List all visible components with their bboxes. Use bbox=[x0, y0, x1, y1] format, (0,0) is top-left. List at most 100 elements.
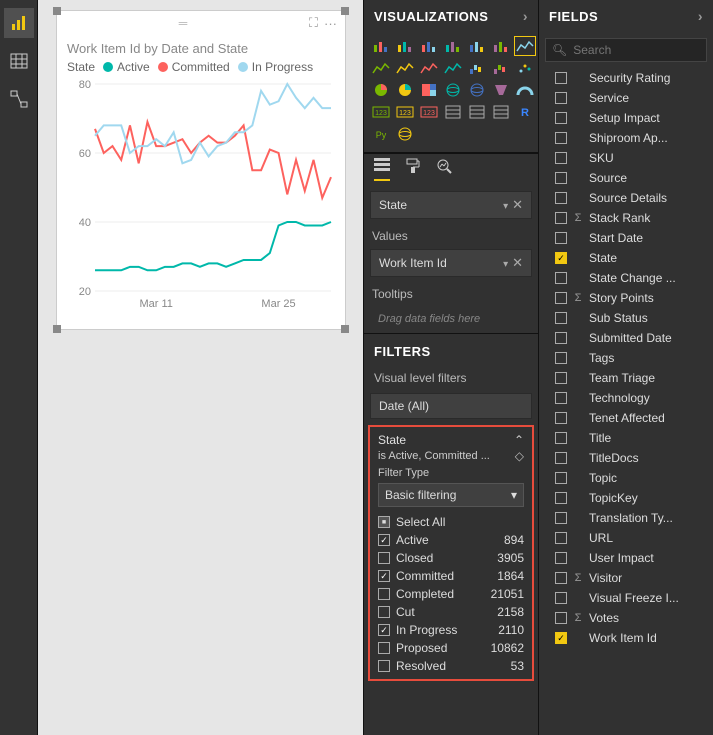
filter-option-proposed[interactable]: Proposed10862 bbox=[374, 639, 528, 657]
field-user-impact[interactable]: ΣUser Impact bbox=[539, 548, 713, 568]
viz-type-pie[interactable] bbox=[370, 80, 392, 100]
viz-type-slicer[interactable] bbox=[442, 102, 464, 122]
collapse-icon[interactable]: › bbox=[698, 8, 703, 24]
field-translation-ty-[interactable]: ΣTranslation Ty... bbox=[539, 508, 713, 528]
fields-tab[interactable] bbox=[374, 158, 390, 181]
viz-type-ribbon[interactable] bbox=[466, 58, 488, 78]
model-view-button[interactable] bbox=[4, 84, 34, 114]
field-submitted-date[interactable]: ΣSubmitted Date bbox=[539, 328, 713, 348]
viz-type-card[interactable]: 123 bbox=[370, 102, 392, 122]
chevron-down-icon[interactable]: ▾ bbox=[503, 201, 508, 212]
search-input[interactable] bbox=[573, 43, 713, 57]
field-sku[interactable]: ΣSKU bbox=[539, 148, 713, 168]
field-service[interactable]: ΣService bbox=[539, 88, 713, 108]
field-technology[interactable]: ΣTechnology bbox=[539, 388, 713, 408]
resize-handle[interactable] bbox=[341, 7, 349, 15]
clear-filter-icon[interactable]: ◇ bbox=[515, 449, 524, 463]
date-filter-card[interactable]: Date (All) bbox=[370, 393, 532, 419]
more-options-icon[interactable]: ··· bbox=[324, 16, 337, 31]
field-tags[interactable]: ΣTags bbox=[539, 348, 713, 368]
remove-field-icon[interactable]: ✕ bbox=[512, 255, 523, 270]
filter-option-resolved[interactable]: Resolved53 bbox=[374, 657, 528, 675]
viz-type-arc-gis[interactable] bbox=[394, 124, 416, 144]
legend-item-active: Active bbox=[103, 60, 150, 74]
field-url[interactable]: ΣURL bbox=[539, 528, 713, 548]
viz-type-funnel[interactable] bbox=[490, 80, 512, 100]
remove-field-icon[interactable]: ✕ bbox=[512, 197, 523, 212]
filter-option-select-all[interactable]: Select All bbox=[374, 513, 528, 531]
focus-mode-icon[interactable]: ⛶ bbox=[309, 15, 318, 31]
field-visual-freeze-i-[interactable]: ΣVisual Freeze I... bbox=[539, 588, 713, 608]
filter-option-in-progress[interactable]: In Progress2110 bbox=[374, 621, 528, 639]
field-votes[interactable]: ΣVotes bbox=[539, 608, 713, 628]
tooltips-placeholder[interactable]: Drag data fields here bbox=[370, 307, 532, 331]
field-team-triage[interactable]: ΣTeam Triage bbox=[539, 368, 713, 388]
resize-handle[interactable] bbox=[341, 325, 349, 333]
viz-type-table[interactable] bbox=[466, 102, 488, 122]
viz-type-100-stacked-column[interactable] bbox=[490, 36, 512, 56]
viz-type-r-visual[interactable]: R bbox=[514, 102, 536, 122]
field-source[interactable]: ΣSource bbox=[539, 168, 713, 188]
filter-option-cut[interactable]: Cut2158 bbox=[374, 603, 528, 621]
viz-type-line-clustered-column[interactable] bbox=[442, 58, 464, 78]
viz-type-line-stacked-column[interactable] bbox=[418, 58, 440, 78]
viz-type-waterfall[interactable] bbox=[490, 58, 512, 78]
sigma-icon: Σ bbox=[573, 212, 583, 224]
viz-type-gauge[interactable] bbox=[514, 80, 536, 100]
legend-field-well[interactable]: State ▾✕ bbox=[370, 191, 532, 219]
viz-type-scatter[interactable] bbox=[514, 58, 536, 78]
format-tab[interactable] bbox=[406, 158, 420, 181]
values-field-well[interactable]: Work Item Id ▾✕ bbox=[370, 249, 532, 277]
viz-type-clustered-bar[interactable] bbox=[418, 36, 440, 56]
field-topic[interactable]: ΣTopic bbox=[539, 468, 713, 488]
field-state[interactable]: ΣState bbox=[539, 248, 713, 268]
viz-type-stacked-bar[interactable] bbox=[370, 36, 392, 56]
field-start-date[interactable]: ΣStart Date bbox=[539, 228, 713, 248]
viz-type-donut[interactable] bbox=[394, 80, 416, 100]
field-setup-impact[interactable]: ΣSetup Impact bbox=[539, 108, 713, 128]
report-canvas[interactable]: ═ ⛶ ··· Work Item Id by Date and State S… bbox=[38, 0, 363, 735]
field-state-change-[interactable]: ΣState Change ... bbox=[539, 268, 713, 288]
field-visitor[interactable]: ΣVisitor bbox=[539, 568, 713, 588]
analytics-tab[interactable] bbox=[436, 158, 452, 181]
field-shiproom-ap-[interactable]: ΣShiproom Ap... bbox=[539, 128, 713, 148]
viz-type-treemap[interactable] bbox=[418, 80, 440, 100]
viz-type-matrix[interactable] bbox=[490, 102, 512, 122]
field-work-item-id[interactable]: ΣWork Item Id bbox=[539, 628, 713, 648]
viz-type-stacked-column[interactable] bbox=[394, 36, 416, 56]
viz-type-area[interactable] bbox=[370, 58, 392, 78]
viz-type-multi-row-card[interactable]: 123 bbox=[394, 102, 416, 122]
field-topickey[interactable]: ΣTopicKey bbox=[539, 488, 713, 508]
field-stack-rank[interactable]: ΣStack Rank bbox=[539, 208, 713, 228]
viz-type-py-visual[interactable]: Py bbox=[370, 124, 392, 144]
collapse-icon[interactable]: › bbox=[523, 8, 528, 24]
filter-option-committed[interactable]: Committed1864 bbox=[374, 567, 528, 585]
grip-icon[interactable]: ═ bbox=[179, 16, 190, 30]
viz-type-kpi[interactable]: 123 bbox=[418, 102, 440, 122]
data-view-button[interactable] bbox=[4, 46, 34, 76]
viz-type-100-stacked-bar[interactable] bbox=[466, 36, 488, 56]
filter-option-completed[interactable]: Completed21051 bbox=[374, 585, 528, 603]
field-security-rating[interactable]: ΣSecurity Rating bbox=[539, 68, 713, 88]
filter-option-active[interactable]: Active894 bbox=[374, 531, 528, 549]
filter-option-closed[interactable]: Closed3905 bbox=[374, 549, 528, 567]
filter-type-select[interactable]: Basic filtering ▾ bbox=[378, 483, 524, 507]
chevron-down-icon[interactable]: ▾ bbox=[503, 259, 508, 270]
viz-type-line[interactable] bbox=[514, 36, 536, 56]
field-title[interactable]: ΣTitle bbox=[539, 428, 713, 448]
field-tenet-affected[interactable]: ΣTenet Affected bbox=[539, 408, 713, 428]
collapse-filter-icon[interactable]: ⌃ bbox=[514, 433, 524, 447]
viz-type-filled-map[interactable] bbox=[466, 80, 488, 100]
field-story-points[interactable]: ΣStory Points bbox=[539, 288, 713, 308]
field-source-details[interactable]: ΣSource Details bbox=[539, 188, 713, 208]
field-titledocs[interactable]: ΣTitleDocs bbox=[539, 448, 713, 468]
viz-type-clustered-column[interactable] bbox=[442, 36, 464, 56]
viz-type-map[interactable] bbox=[442, 80, 464, 100]
fields-search[interactable]: 🔍︎ bbox=[545, 38, 707, 62]
line-chart-visual[interactable]: ═ ⛶ ··· Work Item Id by Date and State S… bbox=[56, 10, 346, 330]
resize-handle[interactable] bbox=[53, 7, 61, 15]
report-view-button[interactable] bbox=[4, 8, 34, 38]
viz-type-stacked-area[interactable] bbox=[394, 58, 416, 78]
field-sub-status[interactable]: ΣSub Status bbox=[539, 308, 713, 328]
resize-handle[interactable] bbox=[53, 325, 61, 333]
